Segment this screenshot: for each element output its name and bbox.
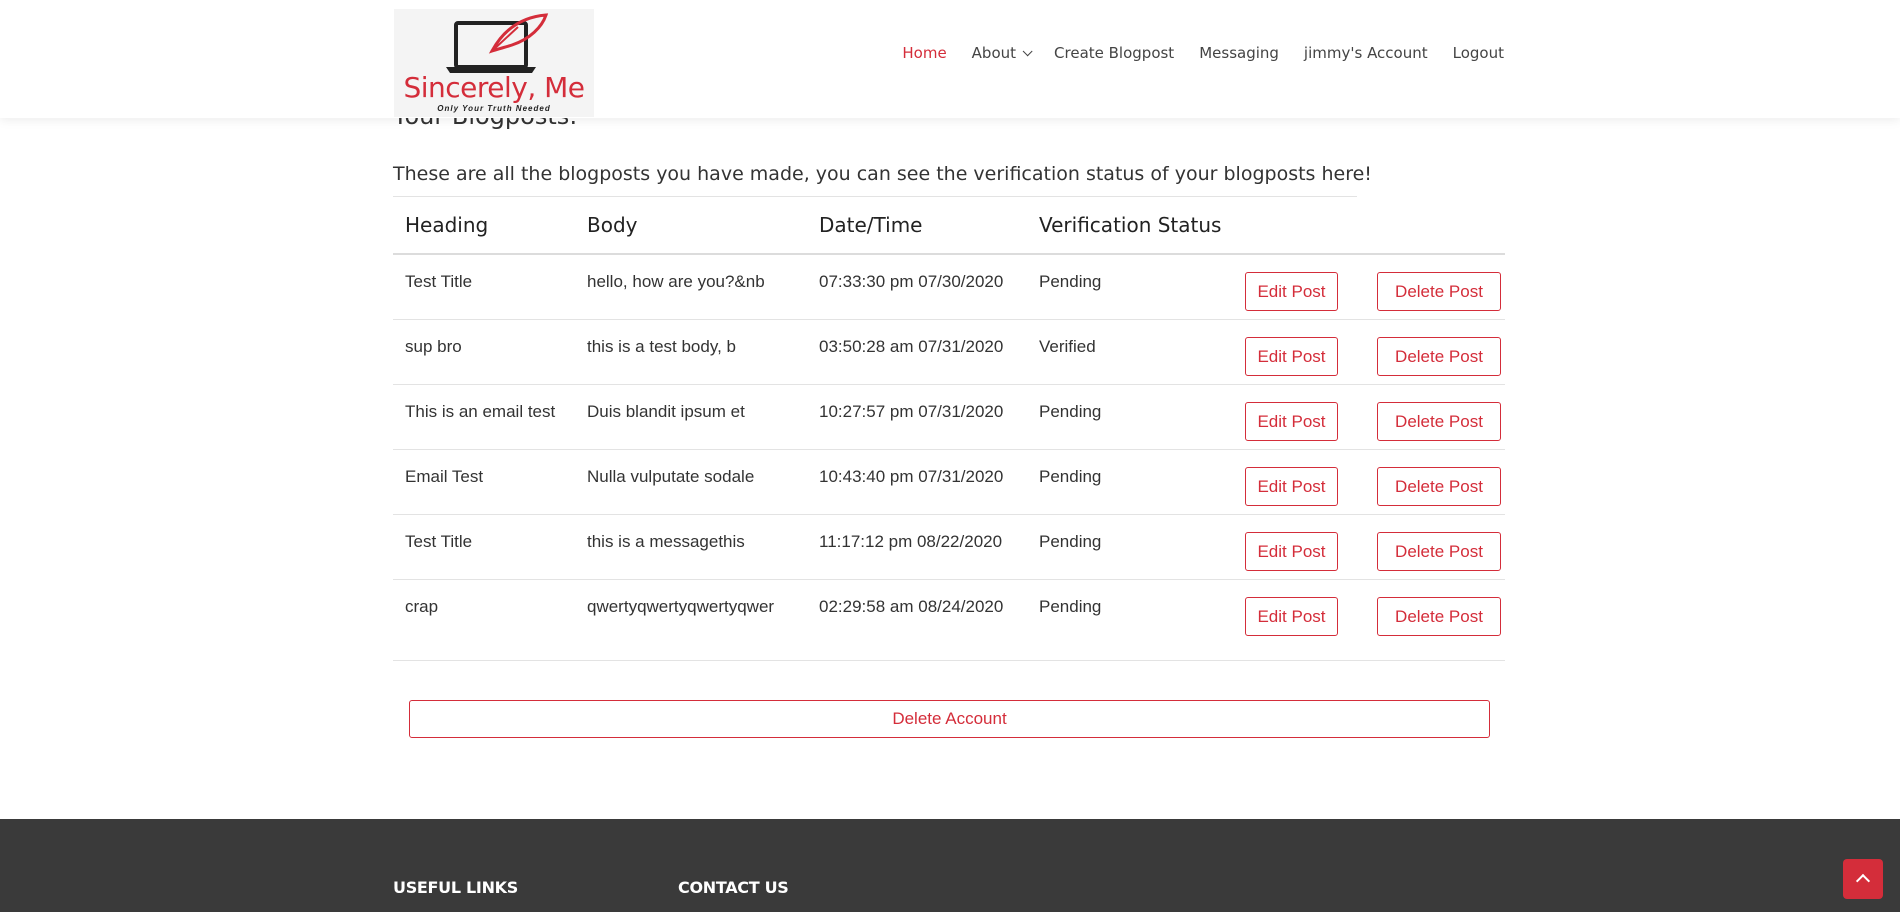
post-heading-link[interactable]: Test Title <box>393 254 575 320</box>
site-header: Sincerely, Me Only Your Truth Needed Hom… <box>0 0 1900 118</box>
nav-create-blogpost[interactable]: Create Blogpost <box>1054 44 1174 62</box>
delete-post-button[interactable]: Delete Post <box>1377 466 1501 506</box>
nav-messaging-label: Messaging <box>1199 44 1279 62</box>
nav-logout-label: Logout <box>1452 44 1504 62</box>
table-row: sup bro this is a test body, b 03:50:28 … <box>393 319 1505 385</box>
edit-post-button[interactable]: Edit Post <box>1245 466 1338 506</box>
nav-logout[interactable]: Logout <box>1453 44 1504 62</box>
post-body: this is a test body, b <box>575 319 807 385</box>
post-datetime: 10:27:57 pm 07/31/2020 <box>807 384 1027 450</box>
delete-cell: Delete Post <box>1365 254 1505 320</box>
post-heading-link[interactable]: This is an email test <box>393 384 575 450</box>
post-datetime: 02:29:58 am 08/24/2020 <box>807 579 1027 661</box>
post-status: Pending <box>1027 449 1233 515</box>
post-status: Pending <box>1027 384 1233 450</box>
post-body: Nulla vulputate sodale <box>575 449 807 515</box>
nav-account-label: jimmy's Account <box>1303 44 1428 62</box>
delete-account-button[interactable]: Delete Account <box>409 700 1490 738</box>
chevron-down-icon <box>1022 45 1033 56</box>
column-header-delete <box>1365 197 1505 255</box>
delete-cell: Delete Post <box>1365 579 1505 661</box>
edit-post-button[interactable]: Edit Post <box>1245 336 1338 376</box>
edit-cell: Edit Post <box>1233 254 1365 320</box>
nav-about-label: About <box>971 44 1017 62</box>
delete-post-button[interactable]: Delete Post <box>1377 336 1501 376</box>
post-status: Pending <box>1027 579 1233 661</box>
column-header-edit <box>1233 197 1365 255</box>
table-header-row: Heading Body Date/Time Verification Stat… <box>393 197 1505 255</box>
delete-cell: Delete Post <box>1365 514 1505 580</box>
column-header-status: Verification Status <box>1027 197 1233 255</box>
post-heading-link[interactable]: crap <box>393 579 575 661</box>
site-footer: USEFUL LINKS CONTACT US <box>0 819 1900 912</box>
delete-post-button[interactable]: Delete Post <box>1377 596 1501 636</box>
table-row: Email Test Nulla vulputate sodale 10:43:… <box>393 449 1505 515</box>
edit-cell: Edit Post <box>1233 319 1365 385</box>
edit-cell: Edit Post <box>1233 384 1365 450</box>
table-row: Test Title this is a messagethis 11:17:1… <box>393 514 1505 580</box>
delete-post-button[interactable]: Delete Post <box>1377 272 1501 311</box>
post-status: Pending <box>1027 514 1233 580</box>
blogposts-table: Heading Body Date/Time Verification Stat… <box>393 197 1505 661</box>
nav-home[interactable]: Home <box>902 44 946 62</box>
edit-cell: Edit Post <box>1233 579 1365 661</box>
column-header-body: Body <box>575 197 807 255</box>
delete-post-button[interactable]: Delete Post <box>1377 401 1501 441</box>
laptop-quill-icon <box>446 13 549 73</box>
post-datetime: 10:43:40 pm 07/31/2020 <box>807 449 1027 515</box>
edit-cell: Edit Post <box>1233 449 1365 515</box>
edit-post-button[interactable]: Edit Post <box>1245 596 1338 636</box>
post-body: Duis blandit ipsum et <box>575 384 807 450</box>
post-heading-link[interactable]: Email Test <box>393 449 575 515</box>
delete-cell: Delete Post <box>1365 319 1505 385</box>
page-intro: These are all the blogposts you have mad… <box>393 163 1372 197</box>
edit-post-button[interactable]: Edit Post <box>1245 272 1338 311</box>
scroll-to-top-button[interactable] <box>1843 859 1883 899</box>
post-datetime: 03:50:28 am 07/31/2020 <box>807 319 1027 385</box>
edit-post-button[interactable]: Edit Post <box>1245 401 1338 441</box>
post-status: Pending <box>1027 254 1233 320</box>
site-logo[interactable]: Sincerely, Me Only Your Truth Needed <box>394 9 594 117</box>
nav-create-blogpost-label: Create Blogpost <box>1054 44 1175 62</box>
chevron-up-icon <box>1855 873 1871 889</box>
table-row: Test Title hello, how are you?&nb 07:33:… <box>393 254 1505 320</box>
post-datetime: 07:33:30 pm 07/30/2020 <box>807 254 1027 320</box>
table-row: This is an email test Duis blandit ipsum… <box>393 384 1505 450</box>
nav-account[interactable]: jimmy's Account <box>1304 44 1428 62</box>
main-nav: Home About Create Blogpost Messaging jim… <box>877 42 1504 64</box>
edit-cell: Edit Post <box>1233 514 1365 580</box>
brand-tagline: Only Your Truth Needed <box>437 104 551 113</box>
delete-post-button[interactable]: Delete Post <box>1377 531 1501 571</box>
brand-name: Sincerely, Me <box>403 71 585 104</box>
edit-post-button[interactable]: Edit Post <box>1245 531 1338 571</box>
post-body: hello, how are you?&nb <box>575 254 807 320</box>
column-header-datetime: Date/Time <box>807 197 1027 255</box>
post-heading-link[interactable]: sup bro <box>393 319 575 385</box>
column-header-heading: Heading <box>393 197 575 255</box>
nav-home-label: Home <box>902 44 947 62</box>
table-row: crap qwertyqwertyqwertyqwer 02:29:58 am … <box>393 579 1505 661</box>
nav-about[interactable]: About <box>971 44 1033 62</box>
footer-useful-links-heading: USEFUL LINKS <box>393 878 518 897</box>
footer-contact-heading: CONTACT US <box>678 878 789 897</box>
post-heading-link[interactable]: Test Title <box>393 514 575 580</box>
post-body: this is a messagethis <box>575 514 807 580</box>
post-status: Verified <box>1027 319 1233 385</box>
delete-cell: Delete Post <box>1365 384 1505 450</box>
post-datetime: 11:17:12 pm 08/22/2020 <box>807 514 1027 580</box>
post-body: qwertyqwertyqwertyqwer <box>575 579 807 661</box>
nav-messaging[interactable]: Messaging <box>1199 44 1279 62</box>
delete-cell: Delete Post <box>1365 449 1505 515</box>
